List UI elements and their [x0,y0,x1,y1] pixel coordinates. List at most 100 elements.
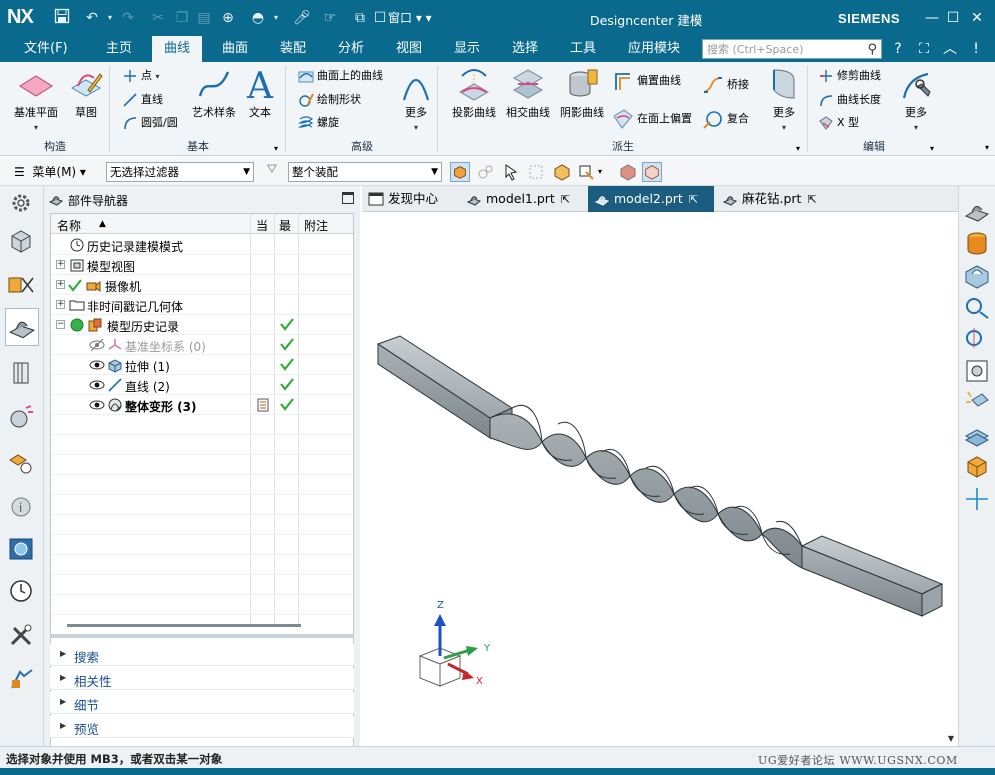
composite-button[interactable]: 复合 [702,108,749,129]
selection-scope-select[interactable]: 整个装配 ▼ [288,162,442,182]
tab-twist-drill[interactable]: 麻花钻.prt ⇱ [716,186,836,212]
wcs-origin-icon[interactable] [962,484,992,514]
maximize-icon[interactable]: ☐ [944,9,962,27]
history-clock-icon[interactable] [6,576,36,606]
assembly-navigator-icon[interactable] [6,226,36,256]
database-icon[interactable] [962,228,992,258]
text-button[interactable]: A 文本 [232,66,288,120]
expand-icon[interactable]: + [56,260,65,269]
twisted-bar-model[interactable] [362,212,958,745]
history-info-icon[interactable]: i [6,492,36,522]
visible-eye-icon[interactable] [89,397,105,413]
project-curve-button[interactable]: 投影曲线 [446,66,502,120]
window-switch-icon[interactable]: ⧉ [350,8,370,28]
tab-assembly[interactable]: 装配 [268,36,318,62]
touch-mode-icon[interactable]: ☞ [320,8,340,28]
window-menu[interactable]: 窗口 ▾ ▾ [388,9,432,26]
panel-splitter[interactable] [50,634,354,638]
tree-row-history-mode[interactable]: 历史记录建模模式 [51,235,353,255]
tree-row-global-shaping[interactable]: 整体变形 (3) [51,395,353,415]
section-view-icon[interactable] [962,356,992,386]
roles-icon[interactable] [6,664,36,694]
constraint-navigator-icon[interactable] [6,270,36,300]
tab-model2[interactable]: model2.prt⇱✕ [588,186,714,234]
tab-home[interactable]: 主页 [94,36,144,62]
select-feature-icon[interactable] [450,162,470,182]
web-browser-icon[interactable] [6,448,36,478]
helix-button[interactable]: 螺旋 [298,113,339,133]
graphics-window[interactable]: Z Y X ▼ [362,212,958,745]
edit-more-button[interactable]: 更多 ▾ [888,66,944,133]
section-dependencies[interactable]: ▶ 相关性 [50,668,354,690]
tab-curve[interactable]: 曲线 [152,36,203,62]
draw-shape-button[interactable]: 绘制形状 [298,90,361,110]
material-icon[interactable] [962,452,992,482]
arc-circle-button[interactable]: 圆弧/圆 [122,113,178,133]
tree-row-extrude[interactable]: 拉伸 (1) [51,355,353,375]
measure-icon[interactable] [962,324,992,354]
visible-eye-icon[interactable] [89,357,105,373]
select-face-icon[interactable] [576,162,596,182]
tree-row-model-views[interactable]: + 模型视图 [51,255,353,275]
tab-surface[interactable]: 曲面 [210,36,260,62]
tree-row-model-history[interactable]: − 模型历史记录 [51,315,353,335]
type-filter-select[interactable]: 无选择过滤器 ▼ [106,162,254,182]
sketch-button[interactable]: 草图 [58,66,114,120]
tab-tools[interactable]: 工具 [558,36,608,62]
visual-effects-icon[interactable] [962,388,992,418]
tab-discovery-center[interactable]: 发现中心 [362,186,454,212]
datum-plane-button[interactable]: 基准平面 ▾ [8,66,64,133]
intersect-curve-button[interactable]: 相交曲线 [500,66,556,120]
maximize-panel-icon[interactable] [342,192,354,204]
tab-applications[interactable]: 应用模块 [616,36,692,62]
microphone-icon[interactable]: 🎤︎ [292,8,312,28]
solid-body-icon[interactable] [962,260,992,290]
bridge-button[interactable]: 桥接 [702,74,749,94]
offset-curve-button[interactable]: 偏置曲线 [612,70,681,90]
select-dropdown-icon[interactable]: ▾ [598,162,618,182]
model-view-icon[interactable]: ◓ [248,8,268,28]
part-navigator-right-icon[interactable] [962,196,992,226]
system-materials-icon[interactable] [6,534,36,564]
view-triad[interactable] [418,614,478,687]
cursor-select-icon[interactable] [502,162,522,182]
tab-model1[interactable]: model1.prt ⇱ [460,186,584,212]
x-form-button[interactable]: X 型 [818,113,859,133]
process-studio-icon[interactable] [6,620,36,650]
undo-icon[interactable]: ↶ [82,8,102,28]
more-options-icon[interactable]: ! [966,39,986,59]
collapse-icon[interactable]: − [56,320,65,329]
settings-gear-icon[interactable] [6,188,36,218]
viewport-scroll-arrow[interactable]: ▼ [948,734,954,743]
section-preview[interactable]: ▶ 预览 [50,716,354,738]
minimize-icon[interactable]: — [923,9,941,27]
layer-settings-icon[interactable] [962,420,992,450]
tree-row-non-timestamp-geometry[interactable]: + 非时间戳记几何体 [51,295,353,315]
part-navigator-tab[interactable] [5,308,39,346]
advanced-more-button[interactable]: 更多 ▾ [388,66,444,133]
search-icon[interactable]: ⚲ [867,40,877,60]
reuse-library-icon[interactable] [6,358,36,388]
line-button[interactable]: 直线 [122,90,163,110]
column-notes[interactable]: 附注 [304,217,328,234]
collapse-ribbon-icon[interactable]: ︿ [940,39,960,59]
sort-ascending-icon[interactable]: ▲ [99,219,106,229]
hidden-eye-icon[interactable] [89,337,105,353]
tab-display[interactable]: 显示 [442,36,492,62]
command-search-input[interactable]: 搜索 (Ctrl+Space) ⚲ [702,39,882,59]
tree-row-cameras[interactable]: + 摄像机 [51,275,353,295]
select-body-icon[interactable] [552,162,572,182]
tab-analysis[interactable]: 分析 [326,36,376,62]
expand-icon[interactable]: + [56,280,65,289]
full-screen-icon[interactable]: ⛶ [914,39,934,59]
menu-button[interactable]: ☰ 菜单(M) ▾ [14,163,86,180]
window-icon[interactable]: ☐ [370,8,390,28]
point-button[interactable]: 点 ▾ [122,66,160,86]
tab-selection[interactable]: 选择 [500,36,550,62]
column-current[interactable]: 当 [256,217,268,234]
tab-view[interactable]: 视图 [384,36,434,62]
curve-length-button[interactable]: 曲线长度 [818,90,881,110]
shaded-view-icon[interactable] [618,162,638,182]
hd3d-tools-icon[interactable] [6,402,36,432]
derived-more-button[interactable]: 更多 ▾ [756,66,812,133]
